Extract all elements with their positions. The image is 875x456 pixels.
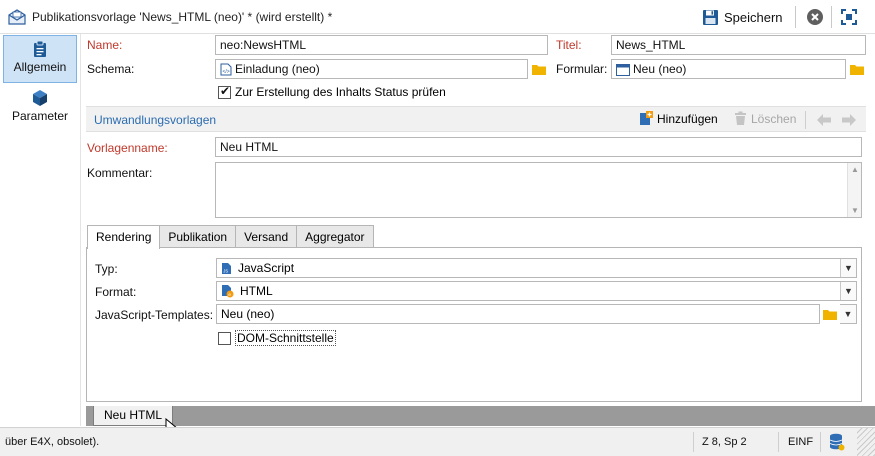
nav-item-allgemein[interactable]: Allgemein [3, 35, 77, 83]
add-button[interactable]: Hinzufügen [638, 111, 718, 127]
typ-label: Typ: [95, 262, 118, 276]
titel-field[interactable]: News_HTML [611, 35, 866, 55]
folder-icon[interactable] [532, 64, 546, 75]
format-label: Format: [95, 285, 137, 299]
arrow-right-icon[interactable] [841, 113, 857, 127]
close-circle-icon[interactable] [806, 8, 824, 26]
nav-item-label: Parameter [11, 109, 69, 123]
tab-rendering[interactable]: Rendering [87, 225, 161, 249]
name-value: neo:NewsHTML [220, 38, 307, 52]
database-icon [829, 433, 845, 451]
titel-label: Titel: [556, 38, 582, 52]
name-label: Name: [87, 38, 123, 52]
dom-interface-label: DOM-Schnittstelle [235, 330, 336, 346]
tab-label: Rendering [96, 230, 152, 244]
vorlagenname-value: Neu HTML [220, 140, 279, 154]
toolbar-separator [831, 6, 832, 28]
js-templates-label: JavaScript-Templates: [95, 308, 214, 322]
javascript-file-icon: JS [222, 263, 231, 274]
publication-template-icon [8, 9, 26, 25]
svg-text:JS: JS [223, 269, 228, 274]
scroll-down-icon[interactable]: ▼ [851, 206, 859, 215]
tab-publikation[interactable]: Publikation [159, 225, 237, 248]
status-bar: über E4X, obsolet). Z 8, Sp 2 EINF [0, 427, 875, 456]
status-message: über E4X, obsolet). [5, 436, 100, 448]
toolbar-separator [805, 111, 806, 129]
tab-label: Publikation [168, 230, 228, 244]
formular-field[interactable]: Neu (neo) [611, 59, 846, 79]
chevron-down-icon[interactable]: ▼ [840, 282, 856, 300]
nav-item-label: Allgemein [13, 60, 67, 74]
section-title: Umwandlungsvorlagen [94, 113, 217, 127]
typ-select[interactable]: JS JavaScript ▼ [216, 258, 857, 278]
trash-icon [735, 111, 746, 125]
schema-field[interactable]: </> Einladung (neo) [215, 59, 528, 79]
status-check-checkbox[interactable]: Zur Erstellung des Inhalts Status prüfen [218, 84, 446, 99]
nav-item-parameter[interactable]: Parameter [3, 85, 77, 133]
tab-versand[interactable]: Versand [235, 225, 298, 248]
bottom-tab-bar: Neu HTML [86, 406, 875, 426]
tab-strip: Rendering Publikation Versand Aggregator [87, 225, 374, 249]
save-button[interactable]: Speichern [702, 6, 783, 28]
cursor-position: Z 8, Sp 2 [702, 436, 747, 448]
dom-interface-checkbox[interactable]: DOM-Schnittstelle [218, 330, 336, 346]
resize-grip[interactable] [857, 428, 875, 456]
form-window-icon [616, 64, 630, 76]
window-titlebar: Publikationsvorlage 'News_HTML (neo)' * … [0, 0, 875, 34]
folder-icon[interactable] [823, 309, 837, 320]
typ-value: JavaScript [238, 261, 295, 275]
format-select[interactable]: e HTML ▼ [216, 281, 857, 301]
name-field[interactable]: neo:NewsHTML [215, 35, 548, 55]
kommentar-textarea[interactable]: ▲ ▼ [215, 162, 862, 218]
js-templates-field[interactable]: Neu (neo) [216, 304, 820, 324]
checkbox-box [218, 84, 231, 99]
delete-button-label: Löschen [751, 111, 797, 126]
formular-label: Formular: [556, 62, 608, 76]
window-title: Publikationsvorlage 'News_HTML (neo)' * … [32, 10, 333, 24]
vorlagenname-field[interactable]: Neu HTML [215, 137, 862, 157]
umwandlungsvorlagen-section: Umwandlungsvorlagen Hinzufügen Löschen [86, 106, 866, 132]
bottom-tab-label: Neu HTML [103, 408, 162, 422]
left-navigation: Allgemein Parameter [0, 34, 81, 426]
js-templates-value: Neu (neo) [221, 307, 275, 321]
folder-icon[interactable] [850, 64, 864, 75]
delete-button[interactable]: Löschen [734, 111, 796, 126]
tab-label: Aggregator [305, 230, 365, 244]
svg-text:</>: </> [223, 69, 230, 75]
tab-aggregator[interactable]: Aggregator [296, 225, 374, 248]
bottom-tab-neu-html[interactable]: Neu HTML [93, 406, 173, 426]
checkbox-box [218, 331, 231, 345]
vorlagenname-label: Vorlagenname: [87, 141, 168, 155]
schema-value: Einladung (neo) [235, 62, 320, 76]
status-separator [693, 432, 694, 452]
insert-mode: EINF [788, 436, 814, 448]
fullscreen-icon[interactable] [840, 8, 858, 26]
cube-icon [33, 90, 47, 106]
chevron-down-icon[interactable]: ▼ [840, 305, 856, 323]
html-file-icon: e [222, 285, 234, 298]
status-separator [820, 432, 821, 452]
add-document-icon [640, 111, 653, 125]
status-separator [778, 432, 779, 452]
format-value: HTML [240, 284, 273, 298]
kommentar-scrollbar[interactable]: ▲ ▼ [847, 163, 861, 217]
chevron-down-icon[interactable]: ▼ [840, 259, 856, 277]
save-button-label: Speichern [724, 9, 783, 25]
js-templates-dropdown[interactable]: ▼ [840, 304, 857, 324]
add-button-label: Hinzufügen [657, 112, 718, 126]
tab-label: Versand [244, 230, 289, 244]
kommentar-label: Kommentar: [87, 166, 153, 180]
toolbar-separator [795, 6, 796, 28]
schema-icon: </> [220, 63, 232, 76]
arrow-left-icon[interactable] [816, 113, 832, 127]
clipboard-icon [34, 40, 46, 57]
scroll-up-icon[interactable]: ▲ [851, 165, 859, 174]
floppy-disk-icon [703, 9, 718, 25]
status-check-label: Zur Erstellung des Inhalts Status prüfen [235, 85, 446, 99]
schema-label: Schema: [87, 62, 135, 76]
titel-value: News_HTML [616, 38, 686, 52]
formular-value: Neu (neo) [633, 62, 687, 76]
